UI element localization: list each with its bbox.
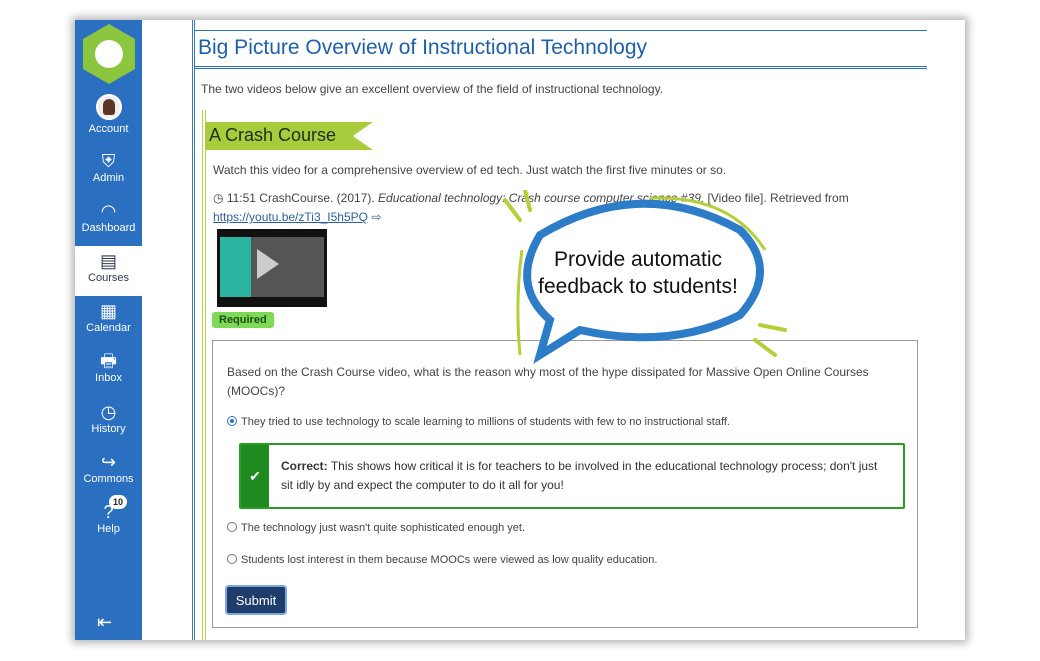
speedometer-icon: ◠: [100, 201, 117, 221]
page-title: Big Picture Overview of Instructional Te…: [198, 36, 647, 59]
option-2[interactable]: The technology just wasn't quite sophist…: [227, 519, 907, 538]
collapse-nav-icon[interactable]: ⇤: [97, 612, 112, 633]
option-3[interactable]: Students lost interest in them because M…: [227, 551, 907, 570]
radio[interactable]: [227, 554, 237, 564]
feedback-label: Correct:: [281, 459, 328, 473]
title-underline: [195, 66, 927, 69]
video-thumbnail[interactable]: [217, 229, 327, 307]
clock-icon: ◷: [100, 402, 117, 422]
radio[interactable]: [227, 522, 237, 532]
share-icon: ↪: [100, 452, 117, 472]
option-label: They tried to use technology to scale le…: [241, 416, 730, 428]
nav-courses[interactable]: ▤ Courses: [75, 246, 142, 296]
quiz-box: Based on the Crash Course video, what is…: [212, 340, 918, 628]
divider: [195, 30, 927, 31]
nav-label: Calendar: [86, 322, 131, 334]
calendar-icon: ▦: [99, 301, 117, 321]
canvas-logo[interactable]: [83, 24, 135, 84]
clock-icon: ◷: [213, 191, 227, 205]
inbox-icon: 🖶: [100, 351, 117, 371]
intro-text: The two videos below give an excellent o…: [201, 82, 664, 96]
book-icon: ▤: [99, 251, 117, 271]
nav-help[interactable]: ? 10 Help: [75, 495, 142, 547]
citation-author: CrashCourse. (2017).: [259, 191, 379, 205]
nav-calendar[interactable]: ▦ Calendar: [75, 296, 142, 346]
play-icon: [257, 249, 279, 279]
feedback-correct: ✔ Correct: This shows how critical it is …: [239, 443, 905, 509]
required-badge: Required: [212, 312, 274, 328]
option-label: The technology just wasn't quite sophist…: [241, 522, 526, 534]
nav-history[interactable]: ◷ History: [75, 397, 142, 447]
nav-label: Account: [88, 123, 129, 135]
quiz-question: Based on the Crash Course video, what is…: [227, 365, 869, 398]
checkmark-icon: ✔: [241, 445, 269, 507]
nav-commons[interactable]: ↪ Commons: [75, 447, 142, 497]
nav-label: Inbox: [95, 372, 122, 384]
feedback-body: This shows how critical it is for teache…: [281, 459, 878, 492]
radio-selected[interactable]: [227, 416, 237, 426]
nav-label: Admin: [92, 172, 125, 184]
external-link-icon: ⇨: [371, 210, 382, 224]
video-link[interactable]: https://youtu.be/zTi3_I5h5PQ: [213, 210, 368, 224]
nav-label: Dashboard: [81, 222, 136, 234]
nav-label: History: [91, 423, 126, 435]
option-label: Students lost interest in them because M…: [241, 554, 658, 566]
section-heading: A Crash Course: [205, 122, 373, 150]
callout-text: Provide automatic feedback to students!: [538, 248, 738, 298]
feedback-text: Correct: This shows how critical it is f…: [281, 457, 891, 495]
nav-admin[interactable]: ⛨ Admin: [75, 146, 142, 196]
nav-dashboard[interactable]: ◠ Dashboard: [75, 196, 142, 246]
submit-button[interactable]: Submit: [225, 585, 287, 615]
global-nav: Account ⛨ Admin ◠ Dashboard ▤ Courses ▦ Cale…: [75, 20, 142, 640]
section-border: [202, 110, 206, 640]
nav-label: Help: [97, 523, 120, 535]
frame-border: [192, 20, 195, 640]
instruction-text: Watch this video for a comprehensive ove…: [213, 163, 727, 177]
help-badge: 10: [109, 495, 128, 509]
nav-inbox[interactable]: 🖶 Inbox: [75, 346, 142, 396]
option-1[interactable]: They tried to use technology to scale le…: [227, 413, 907, 432]
nav-label: Courses: [88, 272, 129, 284]
nav-label: Commons: [83, 473, 134, 485]
shield-icon: ⛨: [101, 151, 116, 171]
video-duration: 11:51: [226, 191, 256, 205]
video-link-row: https://youtu.be/zTi3_I5h5PQ ⇨: [213, 210, 381, 224]
avatar: [95, 94, 122, 120]
nav-account[interactable]: Account: [75, 92, 142, 142]
